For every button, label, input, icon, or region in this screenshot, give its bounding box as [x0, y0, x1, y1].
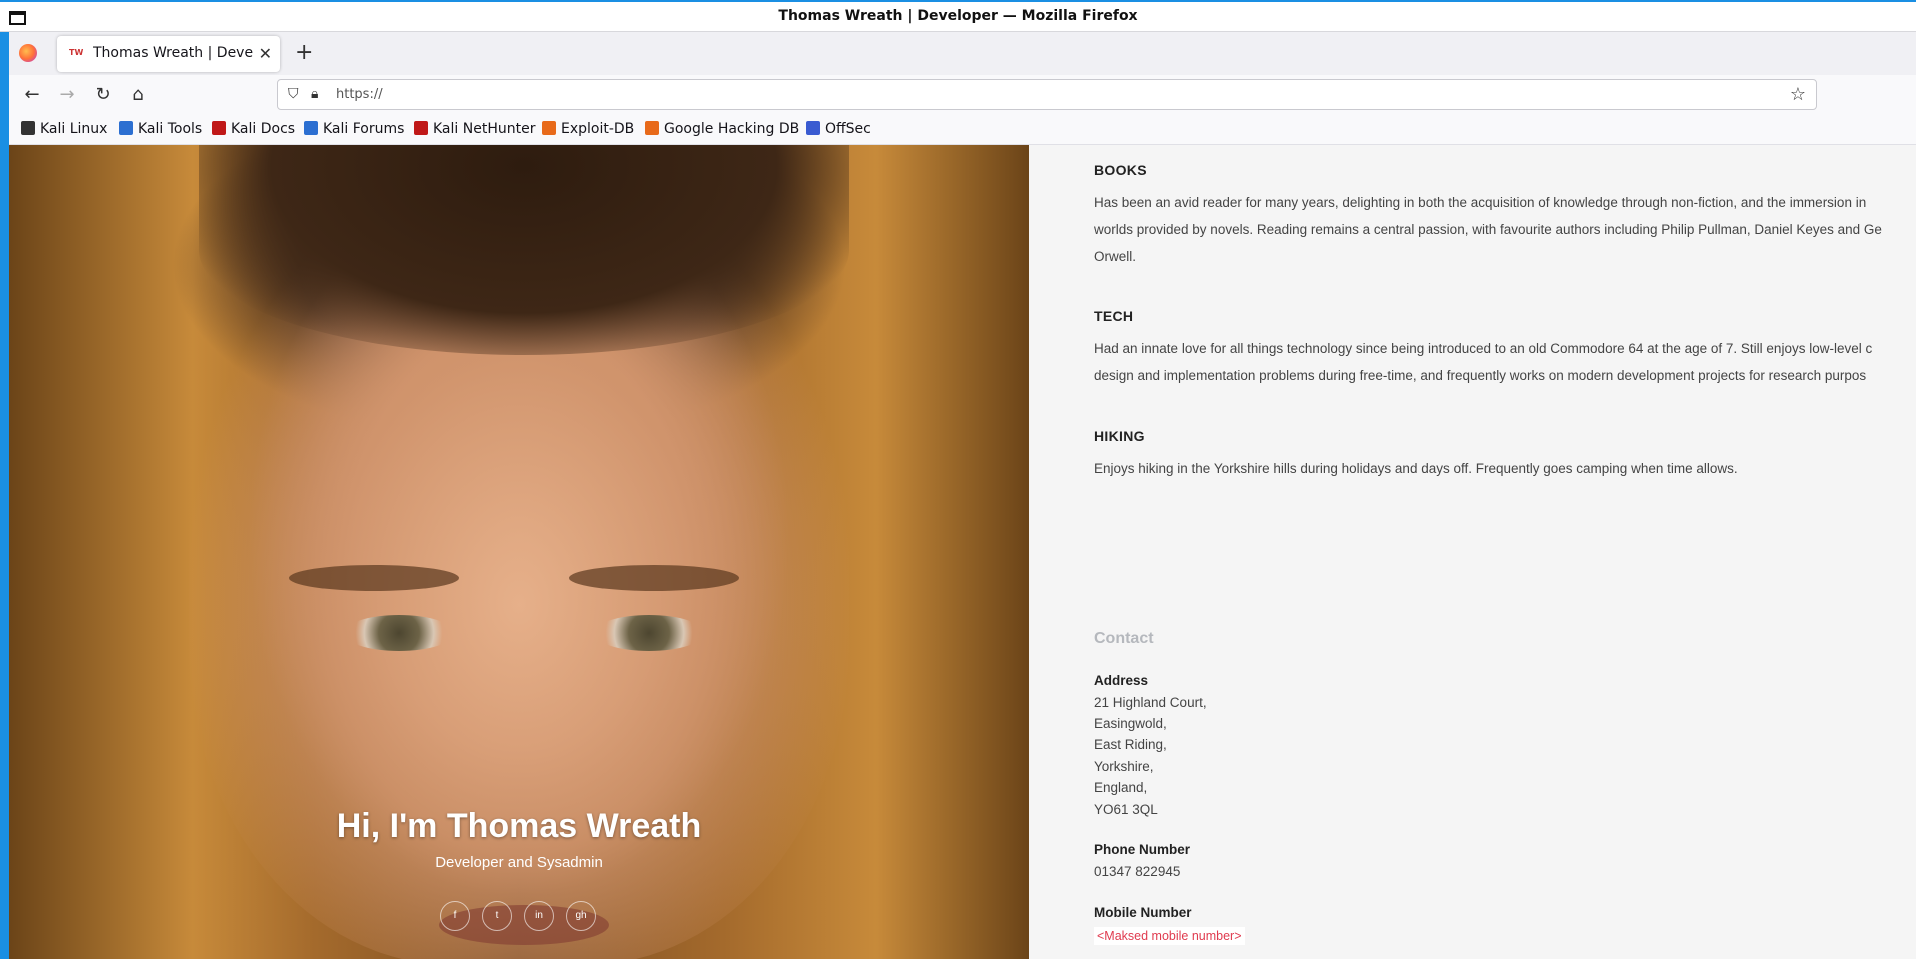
- back-button[interactable]: ←: [20, 83, 44, 107]
- hiking-line-1: Enjoys hiking in the Yorkshire hills dur…: [1094, 461, 1738, 476]
- about-content: BOOKS Has been an avid reader for many y…: [1094, 145, 1916, 959]
- portrait-left-brow: [289, 565, 459, 591]
- address-line: YO61 3QL: [1094, 802, 1158, 817]
- kali-tools-icon: [119, 121, 133, 135]
- portrait-right-brow: [569, 565, 739, 591]
- tech-line-2: design and implementation problems durin…: [1094, 368, 1867, 383]
- portrait-left-eye: [344, 615, 454, 651]
- books-line-1: Has been an avid reader for many years, …: [1094, 195, 1867, 210]
- portrait-hair: [199, 145, 849, 355]
- books-line-3: Orwell.: [1094, 249, 1137, 264]
- tab-thomas-wreath[interactable]: TW Thomas Wreath | Developer ✕: [57, 36, 280, 72]
- exploit-db-icon: [542, 121, 556, 135]
- bookmark-offsec[interactable]: OffSec: [806, 121, 871, 137]
- phone-label: Phone Number: [1094, 842, 1191, 857]
- address-label: Address: [1094, 673, 1149, 688]
- bookmark-star-icon[interactable]: ☆: [1790, 84, 1806, 105]
- offsec-icon: [806, 121, 820, 135]
- phone-value: 01347 822945: [1094, 864, 1181, 879]
- shield-icon[interactable]: ⛉: [288, 86, 299, 102]
- mobile-label: Mobile Number: [1094, 905, 1192, 920]
- bookmarks-toolbar: Kali Linux Kali Tools Kali Docs Kali For…: [9, 115, 1916, 145]
- tech-line-1: Had an innate love for all things techno…: [1094, 341, 1873, 356]
- tab-strip: TW Thomas Wreath | Developer ✕ +: [9, 34, 1916, 74]
- books-heading: BOOKS: [1094, 162, 1147, 178]
- hero-role: Developer and Sysadmin: [435, 854, 603, 871]
- tech-heading: TECH: [1094, 308, 1134, 324]
- hero-banner: Hi, I'm Thomas Wreath Developer and Sysa…: [9, 145, 1029, 959]
- reload-button[interactable]: ↻: [91, 83, 115, 107]
- bookmark-kali-docs[interactable]: Kali Docs: [212, 121, 295, 137]
- address-line: Easingwold,: [1094, 716, 1167, 731]
- contact-heading: Contact: [1094, 630, 1154, 647]
- kali-forums-icon: [304, 121, 318, 135]
- forward-button[interactable]: →: [55, 83, 79, 107]
- home-button[interactable]: ⌂: [126, 83, 150, 107]
- books-line-2: worlds provided by novels. Reading remai…: [1094, 222, 1882, 237]
- address-line: Yorkshire,: [1094, 759, 1154, 774]
- bookmark-kali-forums[interactable]: Kali Forums: [304, 121, 404, 137]
- address-line: England,: [1094, 780, 1148, 795]
- url-bar[interactable]: ⛉ 🔒︎ https:// ☆: [277, 79, 1817, 110]
- google-hacking-db-icon: [645, 121, 659, 135]
- bookmark-google-hacking-db[interactable]: Google Hacking DB: [645, 121, 799, 137]
- site-favicon: TW: [69, 48, 84, 57]
- bookmark-exploit-db[interactable]: Exploit-DB: [542, 121, 634, 137]
- bookmark-kali-linux[interactable]: Kali Linux: [21, 121, 107, 137]
- portrait-right-eye: [594, 615, 704, 651]
- url-text[interactable]: https://: [336, 87, 383, 102]
- navigation-bar: ← → ↻ ⌂ ⛉ 🔒︎ https:// ☆: [9, 75, 1916, 115]
- bookmark-kali-tools[interactable]: Kali Tools: [119, 121, 202, 137]
- kali-nethunter-icon: [414, 121, 428, 135]
- bookmark-kali-nethunter[interactable]: Kali NetHunter: [414, 121, 535, 137]
- firefox-view-icon[interactable]: [19, 44, 37, 62]
- facebook-icon[interactable]: f: [440, 901, 470, 931]
- page-viewport: Hi, I'm Thomas Wreath Developer and Sysa…: [9, 145, 1916, 959]
- kali-docs-icon: [212, 121, 226, 135]
- hero-name: Hi, I'm Thomas Wreath: [336, 807, 702, 845]
- mobile-value: <Maksed mobile number>: [1094, 927, 1245, 945]
- address-line: 21 Highland Court,: [1094, 695, 1207, 710]
- kali-linux-icon: [21, 121, 35, 135]
- window-titlebar: Thomas Wreath | Developer — Mozilla Fire…: [0, 2, 1916, 32]
- tab-close-icon[interactable]: ✕: [259, 44, 272, 63]
- new-tab-button[interactable]: +: [295, 40, 313, 65]
- tab-label: Thomas Wreath | Developer: [93, 45, 253, 61]
- linkedin-icon[interactable]: in: [524, 901, 554, 931]
- address-line: East Riding,: [1094, 737, 1167, 752]
- hiking-heading: HIKING: [1094, 428, 1145, 444]
- twitter-icon[interactable]: t: [482, 901, 512, 931]
- lock-icon[interactable]: 🔒︎: [311, 86, 318, 102]
- window-title: Thomas Wreath | Developer — Mozilla Fire…: [778, 8, 1138, 24]
- social-links: f t in gh: [440, 901, 608, 931]
- github-icon[interactable]: gh: [566, 901, 596, 931]
